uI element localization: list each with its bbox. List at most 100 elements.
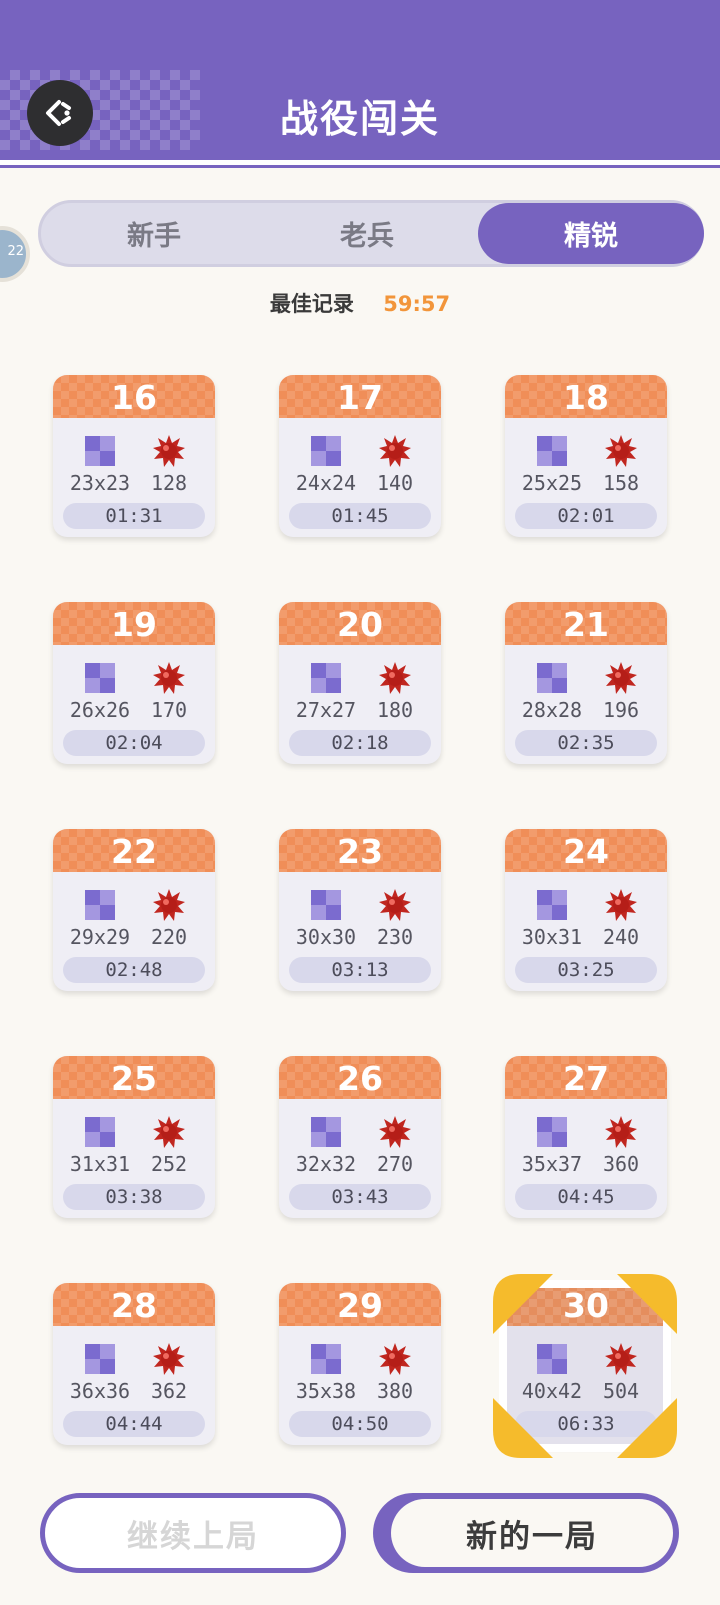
best-time: 01:31 xyxy=(63,503,205,529)
board-size: 24x24 xyxy=(295,471,357,495)
board-size-icon xyxy=(85,890,115,920)
level-card-25[interactable]: 25 31x31 252 03:38 xyxy=(53,1056,215,1218)
board-size-icon xyxy=(85,1344,115,1374)
level-card-17[interactable]: 17 24x24 140 01:45 xyxy=(279,375,441,537)
best-time: 02:18 xyxy=(289,730,431,756)
mine-count: 230 xyxy=(376,925,414,949)
level-card-23[interactable]: 23 30x30 230 03:13 xyxy=(279,829,441,991)
best-time: 02:04 xyxy=(63,730,205,756)
level-number: 30 xyxy=(505,1283,667,1326)
board-size-icon xyxy=(311,890,341,920)
board-size: 25x25 xyxy=(521,471,583,495)
mine-count: 220 xyxy=(150,925,188,949)
board-size-icon xyxy=(85,663,115,693)
mine-count: 170 xyxy=(150,698,188,722)
mine-icon xyxy=(379,662,411,694)
level-card-30[interactable]: 30 40x42 504 06:33 xyxy=(505,1283,667,1445)
board-size-icon xyxy=(537,436,567,466)
mine-count: 504 xyxy=(602,1379,640,1403)
level-card-22[interactable]: 22 29x29 220 02:48 xyxy=(53,829,215,991)
board-size: 35x38 xyxy=(295,1379,357,1403)
best-record-label: 最佳记录 xyxy=(269,292,354,316)
header-bar: 战役闯关 xyxy=(0,0,720,168)
continue-button[interactable]: 继续上局 xyxy=(40,1493,346,1573)
mine-icon xyxy=(605,1116,637,1148)
mine-icon xyxy=(153,1116,185,1148)
board-size: 36x36 xyxy=(69,1379,131,1403)
board-size-icon xyxy=(85,436,115,466)
best-record-value: 59:57 xyxy=(383,292,451,316)
best-time: 03:43 xyxy=(289,1184,431,1210)
board-size: 30x31 xyxy=(521,925,583,949)
level-number: 17 xyxy=(279,375,441,418)
best-time: 01:45 xyxy=(289,503,431,529)
level-card-19[interactable]: 19 26x26 170 02:04 xyxy=(53,602,215,764)
level-number: 26 xyxy=(279,1056,441,1099)
best-time: 03:13 xyxy=(289,957,431,983)
mine-icon xyxy=(379,435,411,467)
level-number: 21 xyxy=(505,602,667,645)
board-size: 27x27 xyxy=(295,698,357,722)
mine-icon xyxy=(605,435,637,467)
mine-count: 380 xyxy=(376,1379,414,1403)
page-title: 战役闯关 xyxy=(279,97,440,141)
mine-count: 180 xyxy=(376,698,414,722)
mine-count: 240 xyxy=(602,925,640,949)
level-number: 22 xyxy=(53,829,215,872)
level-number: 18 xyxy=(505,375,667,418)
new-game-label: 新的一局 xyxy=(391,1499,673,1567)
level-card-24[interactable]: 24 30x31 240 03:25 xyxy=(505,829,667,991)
best-time: 03:25 xyxy=(515,957,657,983)
mine-count: 196 xyxy=(602,698,640,722)
best-time: 02:35 xyxy=(515,730,657,756)
level-card-26[interactable]: 26 32x32 270 03:43 xyxy=(279,1056,441,1218)
level-card-28[interactable]: 28 36x36 362 04:44 xyxy=(53,1283,215,1445)
mine-icon xyxy=(379,1343,411,1375)
best-time: 03:38 xyxy=(63,1184,205,1210)
board-size-icon xyxy=(537,1117,567,1147)
board-size: 40x42 xyxy=(521,1379,583,1403)
mine-icon xyxy=(153,662,185,694)
mine-icon xyxy=(379,1116,411,1148)
board-size-icon xyxy=(537,663,567,693)
mine-count: 252 xyxy=(150,1152,188,1176)
board-size: 30x30 xyxy=(295,925,357,949)
level-number: 16 xyxy=(53,375,215,418)
level-card-16[interactable]: 16 23x23 128 01:31 xyxy=(53,375,215,537)
new-game-button[interactable]: 新的一局 xyxy=(373,1493,679,1573)
mine-count: 270 xyxy=(376,1152,414,1176)
tab-novice[interactable]: 新手 xyxy=(41,203,267,264)
level-number: 29 xyxy=(279,1283,441,1326)
board-size-icon xyxy=(537,890,567,920)
level-card-27[interactable]: 27 35x37 360 04:45 xyxy=(505,1056,667,1218)
level-number: 23 xyxy=(279,829,441,872)
side-avatar[interactable]: 22 xyxy=(0,226,30,282)
board-size: 26x26 xyxy=(69,698,131,722)
best-time: 04:45 xyxy=(515,1184,657,1210)
mine-count: 360 xyxy=(602,1152,640,1176)
best-time: 02:01 xyxy=(515,503,657,529)
board-size-icon xyxy=(311,436,341,466)
best-record: 最佳记录 59:57 xyxy=(0,288,720,318)
mine-icon xyxy=(379,889,411,921)
board-size: 31x31 xyxy=(69,1152,131,1176)
best-time: 02:48 xyxy=(63,957,205,983)
level-card-29[interactable]: 29 35x38 380 04:50 xyxy=(279,1283,441,1445)
best-time: 04:50 xyxy=(289,1411,431,1437)
level-number: 20 xyxy=(279,602,441,645)
level-number: 19 xyxy=(53,602,215,645)
board-size: 32x32 xyxy=(295,1152,357,1176)
board-size-icon xyxy=(85,1117,115,1147)
level-card-18[interactable]: 18 25x25 158 02:01 xyxy=(505,375,667,537)
tab-veteran[interactable]: 老兵 xyxy=(254,203,480,264)
board-size: 29x29 xyxy=(69,925,131,949)
mine-icon xyxy=(153,1343,185,1375)
mine-count: 158 xyxy=(602,471,640,495)
tab-elite[interactable]: 精锐 xyxy=(478,203,704,264)
mine-icon xyxy=(153,435,185,467)
level-card-20[interactable]: 20 27x27 180 02:18 xyxy=(279,602,441,764)
level-card-21[interactable]: 21 28x28 196 02:35 xyxy=(505,602,667,764)
board-size: 35x37 xyxy=(521,1152,583,1176)
board-size-icon xyxy=(537,1344,567,1374)
board-size: 28x28 xyxy=(521,698,583,722)
